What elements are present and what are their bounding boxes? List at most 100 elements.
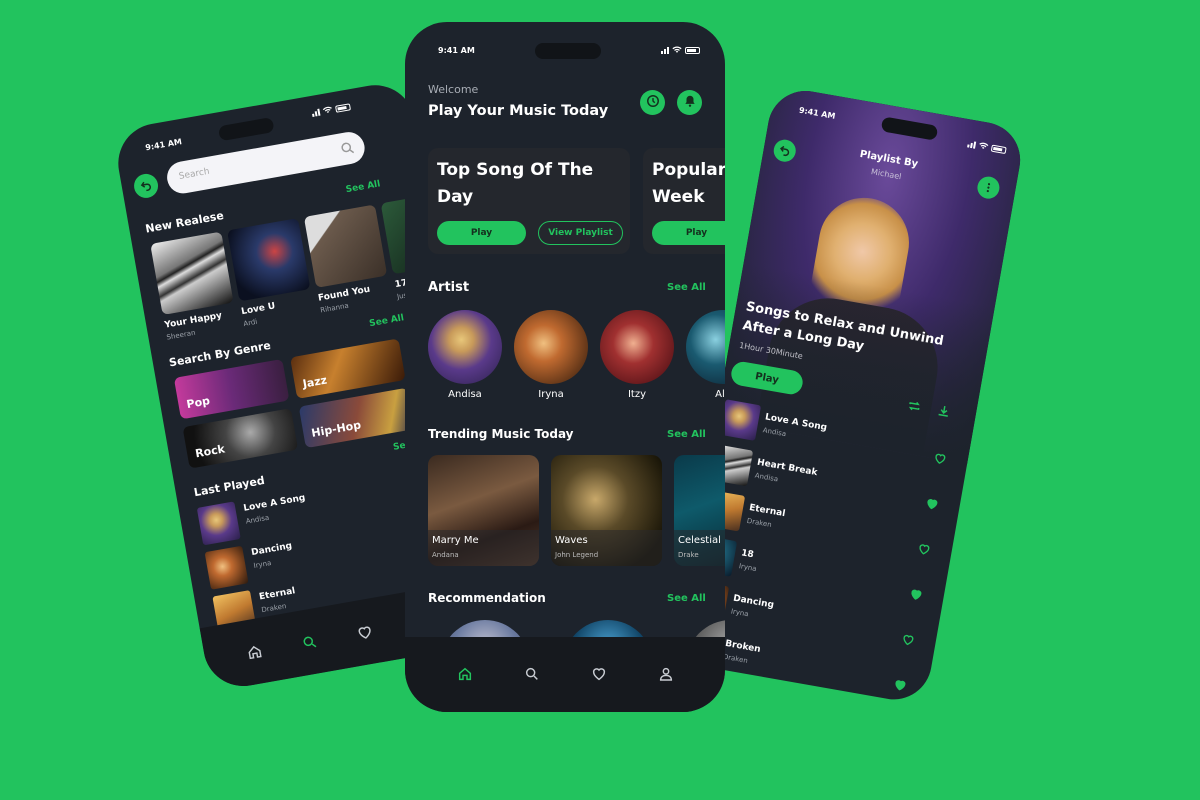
release-cover — [150, 231, 234, 315]
new-release-see-all[interactable]: See All — [345, 179, 381, 195]
song-artist: Iryna — [738, 562, 758, 574]
featured-card[interactable]: Popular In The Week Play — [643, 148, 725, 254]
welcome-label: Welcome — [428, 83, 479, 96]
heart-filled-icon[interactable] — [908, 585, 924, 606]
trending-see-all[interactable]: See All — [667, 429, 706, 440]
user-icon[interactable] — [658, 666, 674, 682]
artist-avatar — [600, 310, 674, 384]
genre-label: Pop — [185, 394, 211, 412]
status-icons — [311, 102, 351, 117]
more-vertical-icon — [981, 177, 996, 198]
signal-icon — [967, 140, 977, 149]
recommendation-section-title: Recommendation — [428, 591, 546, 605]
heart-outline-icon[interactable] — [900, 631, 916, 652]
trending-card[interactable]: Waves John Legend — [551, 455, 662, 566]
last-played-title: Last Played — [192, 473, 266, 500]
heart-filled-icon[interactable] — [892, 676, 908, 697]
history-button[interactable] — [640, 90, 665, 115]
release-cover — [303, 204, 388, 288]
trending-title: Marry Me — [432, 535, 479, 546]
search-input[interactable]: Search — [164, 129, 368, 196]
artist-avatar — [514, 310, 588, 384]
heart-outline-icon[interactable] — [916, 540, 932, 561]
song-title: Dancing — [250, 541, 293, 559]
status-icons — [661, 46, 700, 54]
artist-avatar — [428, 310, 502, 384]
genre-label: Hip-Hop — [310, 418, 362, 440]
clock-icon — [646, 93, 660, 112]
genre-label: Rock — [194, 442, 226, 461]
song-title: Broken — [724, 638, 762, 655]
search-placeholder: Search — [178, 166, 211, 182]
back-button[interactable] — [132, 172, 160, 200]
heart-filled-icon[interactable] — [924, 495, 940, 516]
release-title: Love U — [240, 301, 277, 318]
dynamic-island — [535, 43, 601, 59]
trending-card[interactable]: Celestial Drake — [674, 455, 725, 566]
notifications-button[interactable] — [677, 90, 702, 115]
bottom-nav — [405, 637, 725, 712]
song-title: Eternal — [748, 503, 787, 520]
recommendation-see-all[interactable]: See All — [667, 593, 706, 604]
bell-icon — [683, 93, 697, 112]
song-artist: Iryna — [730, 607, 750, 619]
heart-outline-icon[interactable] — [932, 449, 948, 470]
artist-name: Itzy — [627, 389, 647, 400]
dynamic-island — [217, 117, 275, 142]
featured-card[interactable]: Top Song Of The Day Play View Playlist — [428, 148, 630, 254]
play-button[interactable]: Play — [652, 221, 725, 245]
song-title: Eternal — [258, 586, 297, 603]
back-icon — [777, 140, 792, 161]
view-playlist-button[interactable]: View Playlist — [538, 221, 623, 245]
release-artist: Rihanna — [319, 301, 350, 315]
signal-icon — [661, 46, 669, 54]
heart-icon[interactable] — [356, 623, 375, 642]
genre-tile[interactable]: Hip-Hop — [298, 387, 415, 449]
song-title: Love A Song — [242, 493, 307, 514]
song-artist: Iryna — [252, 558, 272, 570]
trending-artist: Drake — [678, 551, 699, 559]
artist-name: Andisa — [448, 389, 482, 400]
back-icon — [138, 176, 153, 197]
artist-name: Ale — [715, 389, 725, 400]
search-icon[interactable] — [301, 633, 320, 652]
status-time: 9:41 AM — [438, 46, 475, 55]
release-artist: Sheeran — [166, 328, 197, 342]
genre-label: Jazz — [301, 373, 328, 391]
trending-card[interactable]: Marry Me Andana — [428, 455, 539, 566]
wifi-icon — [322, 106, 332, 113]
song-title: 18 — [740, 548, 755, 561]
search-icon[interactable] — [339, 139, 356, 160]
battery-icon — [685, 46, 700, 54]
release-title: Found You — [317, 284, 371, 304]
wifi-icon — [672, 46, 682, 53]
featured-title: Popular In The Week — [652, 160, 725, 207]
play-button[interactable]: Play — [437, 221, 526, 245]
song-cover — [204, 545, 249, 590]
release-artist: Ardi — [242, 317, 258, 329]
song-artist: Andisa — [754, 471, 779, 484]
page-title: Play Your Music Today — [428, 103, 609, 119]
song-artist: Draken — [746, 516, 773, 530]
status-time: 9:41 AM — [144, 137, 183, 153]
trending-section-title: Trending Music Today — [428, 427, 574, 441]
trending-artist: John Legend — [555, 551, 599, 559]
trending-title: Celestial — [678, 535, 721, 546]
signal-icon — [311, 108, 321, 117]
artist-name: Iryna — [538, 389, 564, 400]
artist-avatar — [686, 310, 725, 384]
genre-tile[interactable]: Rock — [182, 408, 299, 469]
heart-icon[interactable] — [591, 666, 607, 682]
genre-see-all[interactable]: See All — [369, 313, 405, 329]
home-icon[interactable] — [457, 666, 473, 682]
home-icon[interactable] — [245, 643, 264, 662]
song-artist: Draken — [260, 602, 287, 615]
search-icon[interactable] — [524, 666, 540, 682]
trending-title: Waves — [555, 535, 588, 546]
trending-artist: Andana — [432, 551, 459, 559]
playlist-screen-phone: 9:41 AM Playlist By Michael Songs to Rel… — [673, 85, 1027, 706]
song-artist: Andisa — [245, 513, 270, 526]
song-cover — [719, 399, 762, 441]
new-release-title: New Realese — [144, 208, 225, 236]
artist-see-all[interactable]: See All — [667, 282, 706, 293]
